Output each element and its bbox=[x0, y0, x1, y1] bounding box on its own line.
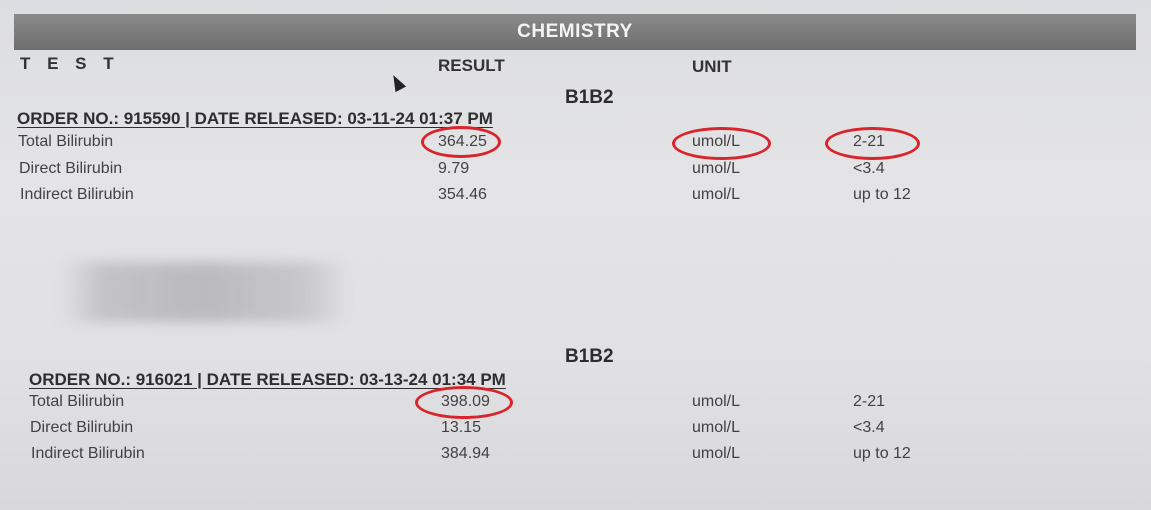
unit-value: umol/L bbox=[692, 419, 741, 436]
group-1-order-line: ORDER NO.: 915590 | DATE RELEASED: 03-11… bbox=[17, 109, 493, 128]
test-name: Indirect Bilirubin bbox=[20, 186, 134, 203]
reference-range: up to 12 bbox=[853, 445, 911, 462]
test-name: Direct Bilirubin bbox=[19, 160, 123, 177]
unit-value: umol/L bbox=[692, 160, 741, 177]
result-value: 9.79 bbox=[438, 160, 470, 177]
group-2-order-line: ORDER NO.: 916021 | DATE RELEASED: 03-13… bbox=[29, 370, 506, 389]
table-row: Total Bilirubin 398.09 umol/L 2-21 bbox=[0, 393, 1151, 415]
table-row: Total Bilirubin 364.25 umol/L 2-21 bbox=[0, 133, 1151, 155]
reference-range: <3.4 bbox=[853, 160, 885, 177]
result-value: 384.94 bbox=[441, 445, 490, 462]
unit-value: umol/L bbox=[692, 445, 741, 462]
table-row: Indirect Bilirubin 384.94 umol/L up to 1… bbox=[0, 445, 1151, 467]
test-name: Indirect Bilirubin bbox=[31, 445, 145, 462]
group-2-title: B1B2 bbox=[565, 346, 614, 367]
test-name: Total Bilirubin bbox=[18, 133, 114, 150]
highlight-circle-unit bbox=[672, 127, 771, 160]
chemistry-banner: CHEMISTRY bbox=[14, 14, 1136, 50]
header-test: T E S T bbox=[20, 54, 120, 73]
redacted-area bbox=[60, 262, 350, 322]
reference-range: <3.4 bbox=[853, 419, 885, 436]
mouse-pointer-icon bbox=[388, 72, 407, 93]
highlight-circle-total-bilirubin-1 bbox=[421, 126, 501, 158]
table-row: Indirect Bilirubin 354.46 umol/L up to 1… bbox=[0, 186, 1151, 208]
unit-value: umol/L bbox=[692, 393, 741, 410]
highlight-circle-total-bilirubin-2 bbox=[415, 386, 513, 419]
header-unit: UNIT bbox=[692, 57, 732, 76]
result-value: 354.46 bbox=[438, 186, 487, 203]
test-name: Total Bilirubin bbox=[29, 393, 125, 410]
group-1-title: B1B2 bbox=[565, 87, 614, 108]
table-row: Direct Bilirubin 13.15 umol/L <3.4 bbox=[0, 419, 1151, 441]
unit-value: umol/L bbox=[692, 186, 741, 203]
header-result: RESULT bbox=[438, 56, 505, 75]
highlight-circle-reference-range bbox=[825, 127, 920, 160]
reference-range: up to 12 bbox=[853, 186, 911, 203]
test-name: Direct Bilirubin bbox=[30, 419, 134, 436]
result-value: 13.15 bbox=[441, 419, 482, 436]
reference-range: 2-21 bbox=[853, 393, 886, 410]
table-row: Direct Bilirubin 9.79 umol/L <3.4 bbox=[0, 160, 1151, 182]
